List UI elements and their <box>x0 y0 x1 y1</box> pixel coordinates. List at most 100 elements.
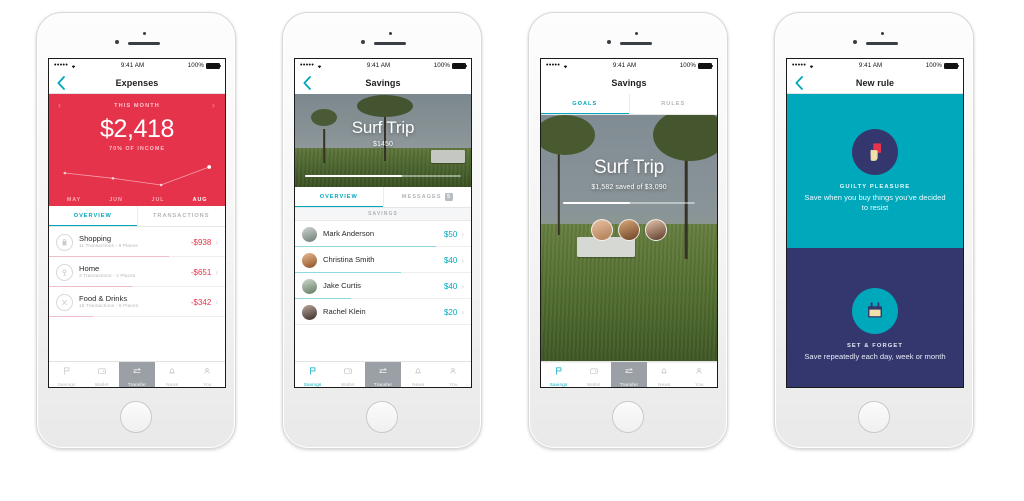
list-item[interactable]: Jake Curtis $40 › <box>295 273 471 299</box>
earpiece-speaker <box>620 42 652 45</box>
bell-icon <box>167 363 177 381</box>
prev-month-icon[interactable]: ‹ <box>58 101 62 110</box>
avatar <box>302 278 317 294</box>
front-camera-icon <box>881 32 884 35</box>
transfer-icon <box>624 363 634 381</box>
tab-messages[interactable]: MESSAGES 5 <box>382 187 472 207</box>
category-detail: 11 Transactions - 9 Places <box>79 244 138 250</box>
signal-dots: ••••• <box>792 62 807 69</box>
tab-you[interactable]: You <box>436 362 471 387</box>
expenses-tabs: OVERVIEW TRANSACTIONS <box>49 206 225 227</box>
goal-title: Surf Trip <box>594 157 664 178</box>
nav-bar-1: Expenses <box>49 72 225 94</box>
status-bar: ••••• 9:41 AM 100% <box>787 59 963 72</box>
goal-progress-bar <box>563 202 695 204</box>
tab-transfer[interactable]: Transfer <box>611 362 647 387</box>
avatar[interactable] <box>591 219 613 241</box>
rule-card-set-and-forget[interactable]: SET & FORGET Save repeatedly each day, w… <box>787 248 963 387</box>
tab-goals[interactable]: GOALS <box>541 94 629 114</box>
category-progress-bar <box>49 316 93 317</box>
tab-overview-label: OVERVIEW <box>319 193 358 200</box>
goal-progress-bar <box>305 175 461 177</box>
list-item[interactable]: Rachel Klein $20 › <box>295 299 471 325</box>
tab-overview[interactable]: OVERVIEW <box>49 206 137 226</box>
back-chevron-icon[interactable] <box>302 76 312 90</box>
tab-label: Wallet <box>340 381 355 387</box>
goal-photo-header[interactable]: Surf Trip $1450 <box>295 94 471 187</box>
rule-description: Save when you buy things you've decided … <box>804 192 946 212</box>
lamp-icon <box>56 263 73 281</box>
battery-percent: 100% <box>433 62 450 69</box>
period-selector[interactable]: ‹ THIS MONTH › <box>49 94 225 110</box>
home-button[interactable] <box>120 401 152 433</box>
contributor-name: Jake Curtis <box>323 280 361 290</box>
tab-overview[interactable]: OVERVIEW <box>295 187 383 207</box>
back-chevron-icon[interactable] <box>56 76 66 90</box>
battery-icon <box>206 62 222 69</box>
tab-label: Savings <box>57 381 76 387</box>
category-amount: -$342 <box>190 297 212 307</box>
status-bar: ••••• 9:41 AM 100% <box>295 59 471 72</box>
tab-news[interactable]: News <box>647 362 682 387</box>
avatar[interactable] <box>645 219 667 241</box>
tab-wallet[interactable]: Wallet <box>576 362 611 387</box>
battery-percent: 100% <box>925 62 942 69</box>
page-title: Savings <box>365 78 401 88</box>
tab-label: Wallet <box>94 381 109 387</box>
earpiece-speaker <box>374 42 406 45</box>
chevron-right-icon: › <box>215 237 218 247</box>
battery-percent: 100% <box>679 62 696 69</box>
tab-you[interactable]: You <box>190 362 225 387</box>
tab-rules[interactable]: RULES <box>628 94 718 114</box>
front-camera-icon <box>389 32 392 35</box>
list-item[interactable]: Mark Anderson $50 › <box>295 221 471 247</box>
flag-icon <box>554 363 564 381</box>
hand-stop-icon <box>852 128 898 175</box>
home-button[interactable] <box>612 401 644 433</box>
tab-savings[interactable]: Savings <box>295 362 330 387</box>
chevron-right-icon: › <box>461 307 464 317</box>
home-button[interactable] <box>366 401 398 433</box>
table-row[interactable]: Home 3 Transactions - 2 Places -$651 › <box>49 257 225 287</box>
signal-dots: ••••• <box>54 62 69 69</box>
contributor-name: Mark Anderson <box>323 228 375 238</box>
contributor-name: Rachel Klein <box>323 306 366 316</box>
status-time: 9:41 AM <box>120 62 145 69</box>
back-chevron-icon[interactable] <box>794 76 804 90</box>
tab-news[interactable]: News <box>401 362 436 387</box>
wallet-icon <box>589 363 599 381</box>
tab-label: Savings <box>303 381 322 387</box>
avatar <box>302 226 317 242</box>
tab-news[interactable]: News <box>155 362 190 387</box>
tab-transfer[interactable]: Transfer <box>365 362 401 387</box>
table-row[interactable]: Food & Drinks 16 Transactions - 8 Places… <box>49 287 225 317</box>
tab-savings[interactable]: Savings <box>541 362 576 387</box>
chart-tick-label: JUL <box>151 197 165 203</box>
tab-wallet[interactable]: Wallet <box>84 362 119 387</box>
tab-rules-label: RULES <box>661 100 686 107</box>
contributor-amount: $40 <box>443 255 458 265</box>
next-month-icon[interactable]: › <box>212 101 216 110</box>
tab-you[interactable]: You <box>682 362 717 387</box>
battery-icon <box>698 62 714 69</box>
tab-transactions[interactable]: TRANSACTIONS <box>136 206 226 226</box>
bottom-tab-bar: Savings Wallet Transfer News You <box>49 361 225 387</box>
goal-title: Surf Trip <box>351 118 415 137</box>
tab-label: You <box>695 381 704 387</box>
goal-card[interactable]: Surf Trip $1,582 saved of $3,090 <box>541 115 717 363</box>
table-row[interactable]: Shopping 11 Transactions - 9 Places -$93… <box>49 227 225 257</box>
rule-card-guilty-pleasure[interactable]: GUILTY PLEASURE Save when you buy things… <box>787 94 963 248</box>
avatar[interactable] <box>618 219 640 241</box>
tab-wallet[interactable]: Wallet <box>330 362 365 387</box>
cutlery-icon <box>56 293 73 311</box>
expenses-amount: $2,418 <box>99 115 175 143</box>
bottom-tab-bar: Savings Wallet Transfer News You <box>295 361 471 387</box>
tab-transfer[interactable]: Transfer <box>119 362 155 387</box>
contributor-name: Christina Smith <box>323 254 375 264</box>
home-button[interactable] <box>858 401 890 433</box>
chart-tick-label: JUN <box>109 197 123 203</box>
tab-transactions-label: TRANSACTIONS <box>153 212 210 219</box>
list-item[interactable]: Christina Smith $40 › <box>295 247 471 273</box>
tab-savings[interactable]: Savings <box>49 362 84 387</box>
chevron-right-icon: › <box>461 229 464 239</box>
